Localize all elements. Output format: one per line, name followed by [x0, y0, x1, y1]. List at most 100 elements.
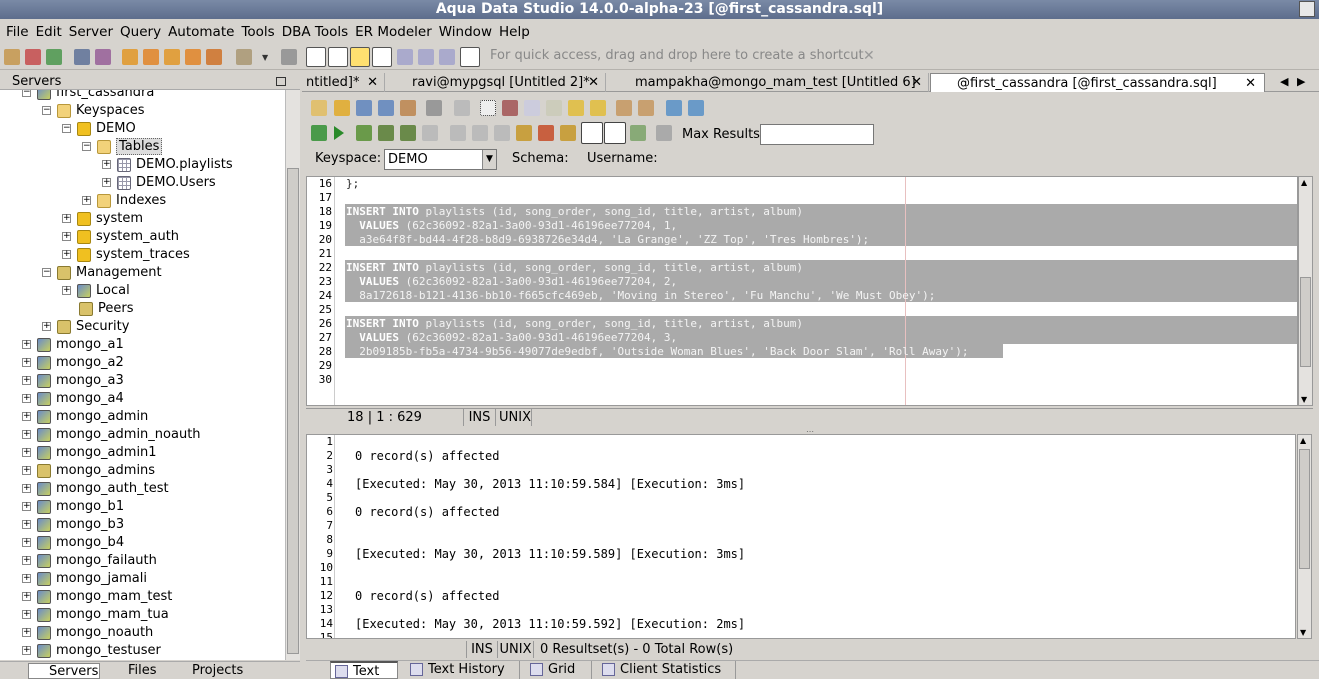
editor-tab-untitled[interactable]: ntitled]* ✕	[302, 73, 385, 92]
connect-icon[interactable]	[46, 49, 62, 65]
layout-2-icon[interactable]	[328, 47, 348, 67]
maximize-panel-icon[interactable]	[276, 77, 286, 86]
tree-node-demo-users[interactable]: + DEMO.Users	[102, 174, 216, 192]
tree-node-server[interactable]: + mongo_admin	[22, 408, 148, 426]
window-2-icon[interactable]	[418, 49, 434, 65]
editor-scroll-thumb[interactable]	[1300, 277, 1311, 367]
tree-node-server[interactable]: + mongo_b1	[22, 498, 124, 516]
sql-editor[interactable]: 16 17 18 19 20 21 22 23 24 25 26 27 28 29 30 }; INSERT …	[306, 176, 1298, 406]
expand-icon[interactable]: +	[22, 538, 31, 547]
window-3-icon[interactable]	[439, 49, 455, 65]
tree-scrollbar[interactable]	[285, 90, 300, 660]
save-as-icon[interactable]	[378, 100, 394, 116]
editor-tab-first-cassandra[interactable]: @first_cassandra [@first_cassandra.sql] …	[930, 73, 1265, 92]
close-tab-icon[interactable]: ✕	[1245, 74, 1256, 93]
results-scrollbar[interactable]: ▲ ▼	[1297, 434, 1312, 639]
schema-icon[interactable]	[95, 49, 111, 65]
tree-node-server[interactable]: + mongo_admins	[22, 462, 155, 480]
tree-node-server[interactable]: + mongo_testuser	[22, 642, 161, 660]
tab-text[interactable]: Text	[330, 661, 398, 679]
results-in-grid-icon[interactable]	[581, 122, 603, 144]
expand-icon[interactable]: +	[22, 448, 31, 457]
editor-tab-mampakha[interactable]: mampakha@mongo_mam_test [Untitled 6] ✕	[609, 73, 929, 92]
layout-4-icon[interactable]	[372, 47, 392, 67]
new-server-icon[interactable]	[4, 49, 20, 65]
menu-window[interactable]: Window	[438, 24, 498, 40]
tab-projects[interactable]: Projects	[170, 663, 243, 679]
close-tab-icon[interactable]: ✕	[367, 73, 378, 92]
select-all-icon[interactable]	[480, 100, 496, 116]
expand-icon[interactable]: +	[102, 178, 111, 187]
tab-client-statistics[interactable]: Client Statistics	[598, 661, 736, 679]
layout-3-icon[interactable]	[350, 47, 370, 67]
max-results-input[interactable]	[760, 124, 874, 145]
format-icon[interactable]	[616, 100, 632, 116]
tree-scroll-thumb[interactable]	[287, 168, 299, 654]
expand-icon[interactable]: +	[22, 484, 31, 493]
editor-scrollbar[interactable]: ▲ ▼	[1298, 176, 1313, 406]
minimize-button[interactable]	[1299, 1, 1315, 17]
results-text-pane[interactable]: 12 0 record(s) affected 3 4 [Executed: May 3…	[306, 434, 1296, 639]
tree-node-server[interactable]: + mongo_a4	[22, 390, 124, 408]
tree-node-local[interactable]: + Local	[62, 282, 130, 300]
window-1-icon[interactable]	[397, 49, 413, 65]
tree-node-server[interactable]: + mongo_b4	[22, 534, 124, 552]
collapse-icon[interactable]: −	[42, 106, 51, 115]
menu-automate[interactable]: Automate	[167, 24, 240, 40]
expand-icon[interactable]: +	[62, 232, 71, 241]
close-tab-icon[interactable]: ✕	[911, 73, 922, 92]
tree-node-indexes[interactable]: + Indexes	[82, 192, 166, 210]
tree-node-server[interactable]: + mongo_admin1	[22, 444, 157, 462]
tree-node-system[interactable]: + system	[62, 210, 143, 228]
expand-icon[interactable]: +	[22, 340, 31, 349]
results-in-text-icon[interactable]	[604, 122, 626, 144]
expand-icon[interactable]: +	[22, 646, 31, 655]
open-query-icon[interactable]	[334, 100, 350, 116]
redo-icon[interactable]	[590, 100, 606, 116]
open-file-icon[interactable]	[122, 49, 138, 65]
scroll-down-icon[interactable]: ▼	[1301, 395, 1307, 404]
comment-icon[interactable]	[638, 100, 654, 116]
save-all-icon[interactable]	[400, 100, 416, 116]
tree-node-server[interactable]: + mongo_jamali	[22, 570, 147, 588]
results-file-icon[interactable]	[630, 125, 646, 141]
scroll-tabs-left-icon[interactable]: ◀	[1280, 75, 1288, 88]
expand-icon[interactable]: +	[22, 556, 31, 565]
save-query-icon[interactable]	[356, 100, 372, 116]
print-icon[interactable]	[164, 49, 180, 65]
explain-plan-icon[interactable]	[400, 125, 416, 141]
editor-tab-ravi[interactable]: ravi@mypgsql [Untitled 2]* ✕	[388, 73, 606, 92]
tree-node-management[interactable]: − Management	[42, 264, 162, 282]
expand-icon[interactable]: +	[62, 286, 71, 295]
tree-node-server[interactable]: + mongo_a3	[22, 372, 124, 390]
keyspace-select[interactable]: DEMO ▼	[384, 149, 497, 170]
pane-splitter[interactable]: ⋯	[306, 427, 1319, 436]
expand-icon[interactable]: +	[22, 592, 31, 601]
tab-servers[interactable]: Servers	[28, 663, 100, 679]
close-tab-icon[interactable]: ✕	[588, 73, 599, 92]
tree-node-first-cassandra[interactable]: − first_cassandra	[22, 90, 154, 102]
export-icon[interactable]	[185, 49, 201, 65]
tree-node-server[interactable]: + mongo_mam_tua	[22, 606, 169, 624]
expand-icon[interactable]: +	[102, 160, 111, 169]
save-file-icon[interactable]	[143, 49, 159, 65]
quick-access-close-icon[interactable]: ✕	[863, 48, 875, 64]
expand-icon[interactable]: +	[82, 196, 91, 205]
menu-er-modeler[interactable]: ER Modeler	[354, 24, 438, 40]
chevron-down-icon[interactable]: ▼	[482, 150, 496, 169]
tree-node-system-traces[interactable]: + system_traces	[62, 246, 190, 264]
tree-node-server[interactable]: + mongo_a1	[22, 336, 124, 354]
tree-node-server[interactable]: + mongo_failauth	[22, 552, 157, 570]
uppercase-icon[interactable]	[666, 100, 682, 116]
expand-icon[interactable]: +	[42, 322, 51, 331]
undo-icon[interactable]	[568, 100, 584, 116]
expand-icon[interactable]: +	[22, 430, 31, 439]
menu-dba-tools[interactable]: DBA Tools	[281, 24, 354, 40]
paste-icon[interactable]	[546, 100, 562, 116]
collapse-icon[interactable]: −	[62, 124, 71, 133]
tab-grid[interactable]: Grid	[526, 661, 592, 679]
expand-icon[interactable]: +	[22, 358, 31, 367]
menu-file[interactable]: File	[5, 24, 35, 40]
expand-icon[interactable]: +	[22, 376, 31, 385]
find-icon[interactable]	[454, 100, 470, 116]
